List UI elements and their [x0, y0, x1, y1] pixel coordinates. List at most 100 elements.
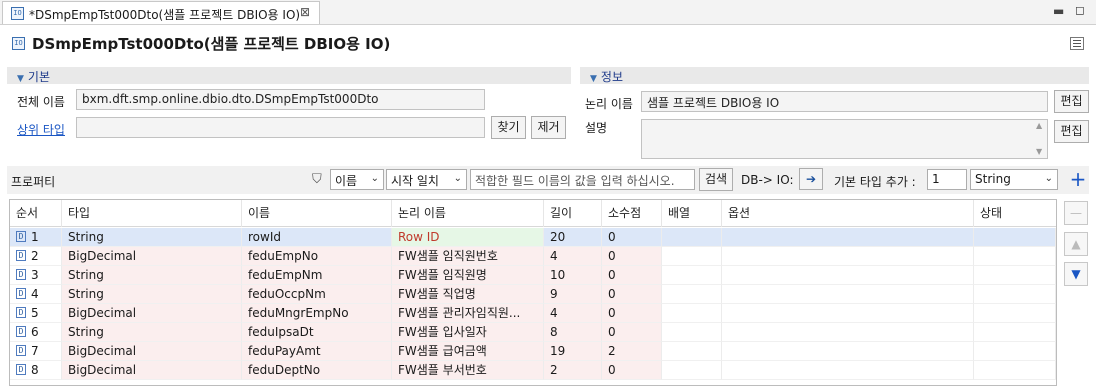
parent-type-link[interactable]: 상위 타입: [17, 121, 65, 138]
cell-decimal[interactable]: 0: [602, 285, 662, 304]
column-header[interactable]: 상태: [974, 200, 1056, 227]
cell-type[interactable]: BigDecimal: [62, 247, 242, 266]
parent-type-field[interactable]: [76, 117, 485, 138]
fullname-field[interactable]: bxm.dft.smp.online.dbio.dto.DSmpEmpTst00…: [76, 89, 485, 110]
cell-empty[interactable]: [662, 323, 722, 342]
cell-logical[interactable]: FW샘플 직업명: [392, 285, 544, 304]
cell-seq[interactable]: D5: [10, 304, 62, 323]
cell-seq[interactable]: D8: [10, 361, 62, 380]
cell-length[interactable]: 19: [544, 342, 602, 361]
cell-decimal[interactable]: 0: [602, 266, 662, 285]
column-header[interactable]: 논리 이름: [392, 200, 544, 227]
cell-type[interactable]: String: [62, 285, 242, 304]
maximize-icon[interactable]: ◻: [1075, 3, 1085, 17]
table-row[interactable]: D 5 BigDecimal feduMngrEmpNo FW샘플 관리자임직원... 4…: [10, 304, 1056, 323]
cell-empty[interactable]: [722, 266, 974, 285]
cell-length[interactable]: 4: [544, 247, 602, 266]
cell-decimal[interactable]: 0: [602, 323, 662, 342]
cell-logical[interactable]: FW샘플 관리자임직원...: [392, 304, 544, 323]
cell-empty[interactable]: [974, 323, 1056, 342]
cell-name[interactable]: feduMngrEmpNo: [242, 304, 392, 323]
cell-empty[interactable]: [974, 266, 1056, 285]
scroll-up-icon[interactable]: ▲: [1036, 121, 1042, 130]
cell-length[interactable]: 10: [544, 266, 602, 285]
table-row[interactable]: D 8 BigDecimal feduDeptNo FW샘플 부서번호 2 0: [10, 361, 1056, 380]
cell-empty[interactable]: [662, 266, 722, 285]
column-header[interactable]: 이름: [242, 200, 392, 227]
cell-name[interactable]: feduEmpNo: [242, 247, 392, 266]
cell-empty[interactable]: [662, 228, 722, 247]
cell-empty[interactable]: [722, 361, 974, 380]
filter-mode-select[interactable]: 시작 일치 ⌄: [386, 169, 467, 190]
table-row[interactable]: D 1 String rowId Row ID 20 0: [10, 228, 1056, 247]
cell-logical[interactable]: FW샘플 임직원명: [392, 266, 544, 285]
cell-decimal[interactable]: 0: [602, 304, 662, 323]
cell-logical[interactable]: FW샘플 임직원번호: [392, 247, 544, 266]
cell-logical[interactable]: FW샘플 급여금액: [392, 342, 544, 361]
cell-decimal[interactable]: 0: [602, 247, 662, 266]
cell-empty[interactable]: [722, 304, 974, 323]
table-row[interactable]: D 6 String feduIpsaDt FW샘플 입사일자 8 0: [10, 323, 1056, 342]
add-count-input[interactable]: 1: [927, 169, 967, 190]
cell-name[interactable]: feduDeptNo: [242, 361, 392, 380]
move-down-button[interactable]: ▼: [1064, 262, 1088, 286]
cell-seq[interactable]: D6: [10, 323, 62, 342]
cell-empty[interactable]: [974, 304, 1056, 323]
edit-description-button[interactable]: 편집: [1054, 120, 1089, 143]
cell-seq[interactable]: D2: [10, 247, 62, 266]
edit-logical-button[interactable]: 편집: [1054, 90, 1089, 113]
cell-seq[interactable]: D7: [10, 342, 62, 361]
close-tab-icon[interactable]: ⊠: [300, 5, 310, 19]
column-header[interactable]: 소수점: [602, 200, 662, 227]
minimize-icon[interactable]: ▬: [1053, 4, 1064, 18]
cell-empty[interactable]: [722, 323, 974, 342]
db-to-io-icon[interactable]: ➔: [799, 168, 823, 190]
cell-empty[interactable]: [974, 285, 1056, 304]
cell-length[interactable]: 2: [544, 361, 602, 380]
editor-tab[interactable]: IO *DSmpEmpTst000Dto(샘플 프로젝트 DBIO용 IO) ⊠: [2, 1, 320, 24]
cell-seq[interactable]: D4: [10, 285, 62, 304]
move-up-button[interactable]: ▲: [1064, 232, 1088, 256]
layout-icon[interactable]: [1070, 37, 1084, 50]
cell-decimal[interactable]: 2: [602, 342, 662, 361]
cell-empty[interactable]: [662, 285, 722, 304]
cell-empty[interactable]: [722, 285, 974, 304]
cell-decimal[interactable]: 0: [602, 228, 662, 247]
cell-length[interactable]: 20: [544, 228, 602, 247]
cell-empty[interactable]: [662, 304, 722, 323]
search-input[interactable]: 적합한 필드 이름의 값을 입력 하십시오.: [470, 169, 695, 190]
cell-name[interactable]: rowId: [242, 228, 392, 247]
column-header[interactable]: 옵션: [722, 200, 974, 227]
cell-empty[interactable]: [974, 361, 1056, 380]
description-field[interactable]: [641, 119, 1048, 159]
cell-seq[interactable]: D3: [10, 266, 62, 285]
info-section-header[interactable]: ▼ 정보: [580, 67, 1089, 84]
cell-empty[interactable]: [722, 228, 974, 247]
column-header[interactable]: 배열: [662, 200, 722, 227]
find-button[interactable]: 찾기: [491, 116, 526, 139]
remove-button[interactable]: 제거: [531, 116, 566, 139]
cell-empty[interactable]: [974, 342, 1056, 361]
cell-length[interactable]: 9: [544, 285, 602, 304]
cell-empty[interactable]: [662, 342, 722, 361]
table-row[interactable]: D 3 String feduEmpNm FW샘플 임직원명 10 0: [10, 266, 1056, 285]
cell-type[interactable]: BigDecimal: [62, 361, 242, 380]
cell-name[interactable]: feduIpsaDt: [242, 323, 392, 342]
column-header[interactable]: 길이: [544, 200, 602, 227]
add-type-select[interactable]: String ⌄: [970, 169, 1058, 190]
search-button[interactable]: 검색: [699, 168, 733, 191]
cell-empty[interactable]: [722, 342, 974, 361]
filter-icon[interactable]: ⛉: [312, 172, 322, 187]
table-row[interactable]: D 4 String feduOccpNm FW샘플 직업명 9 0: [10, 285, 1056, 304]
cell-name[interactable]: feduEmpNm: [242, 266, 392, 285]
cell-length[interactable]: 8: [544, 323, 602, 342]
column-header[interactable]: 타입: [62, 200, 242, 227]
remove-row-button[interactable]: —: [1064, 201, 1088, 225]
cell-empty[interactable]: [722, 247, 974, 266]
cell-name[interactable]: feduOccpNm: [242, 285, 392, 304]
logical-name-field[interactable]: 샘플 프로젝트 DBIO용 IO: [641, 91, 1048, 112]
cell-logical[interactable]: FW샘플 부서번호: [392, 361, 544, 380]
cell-decimal[interactable]: 0: [602, 361, 662, 380]
cell-type[interactable]: String: [62, 266, 242, 285]
column-header[interactable]: 순서: [10, 200, 62, 227]
